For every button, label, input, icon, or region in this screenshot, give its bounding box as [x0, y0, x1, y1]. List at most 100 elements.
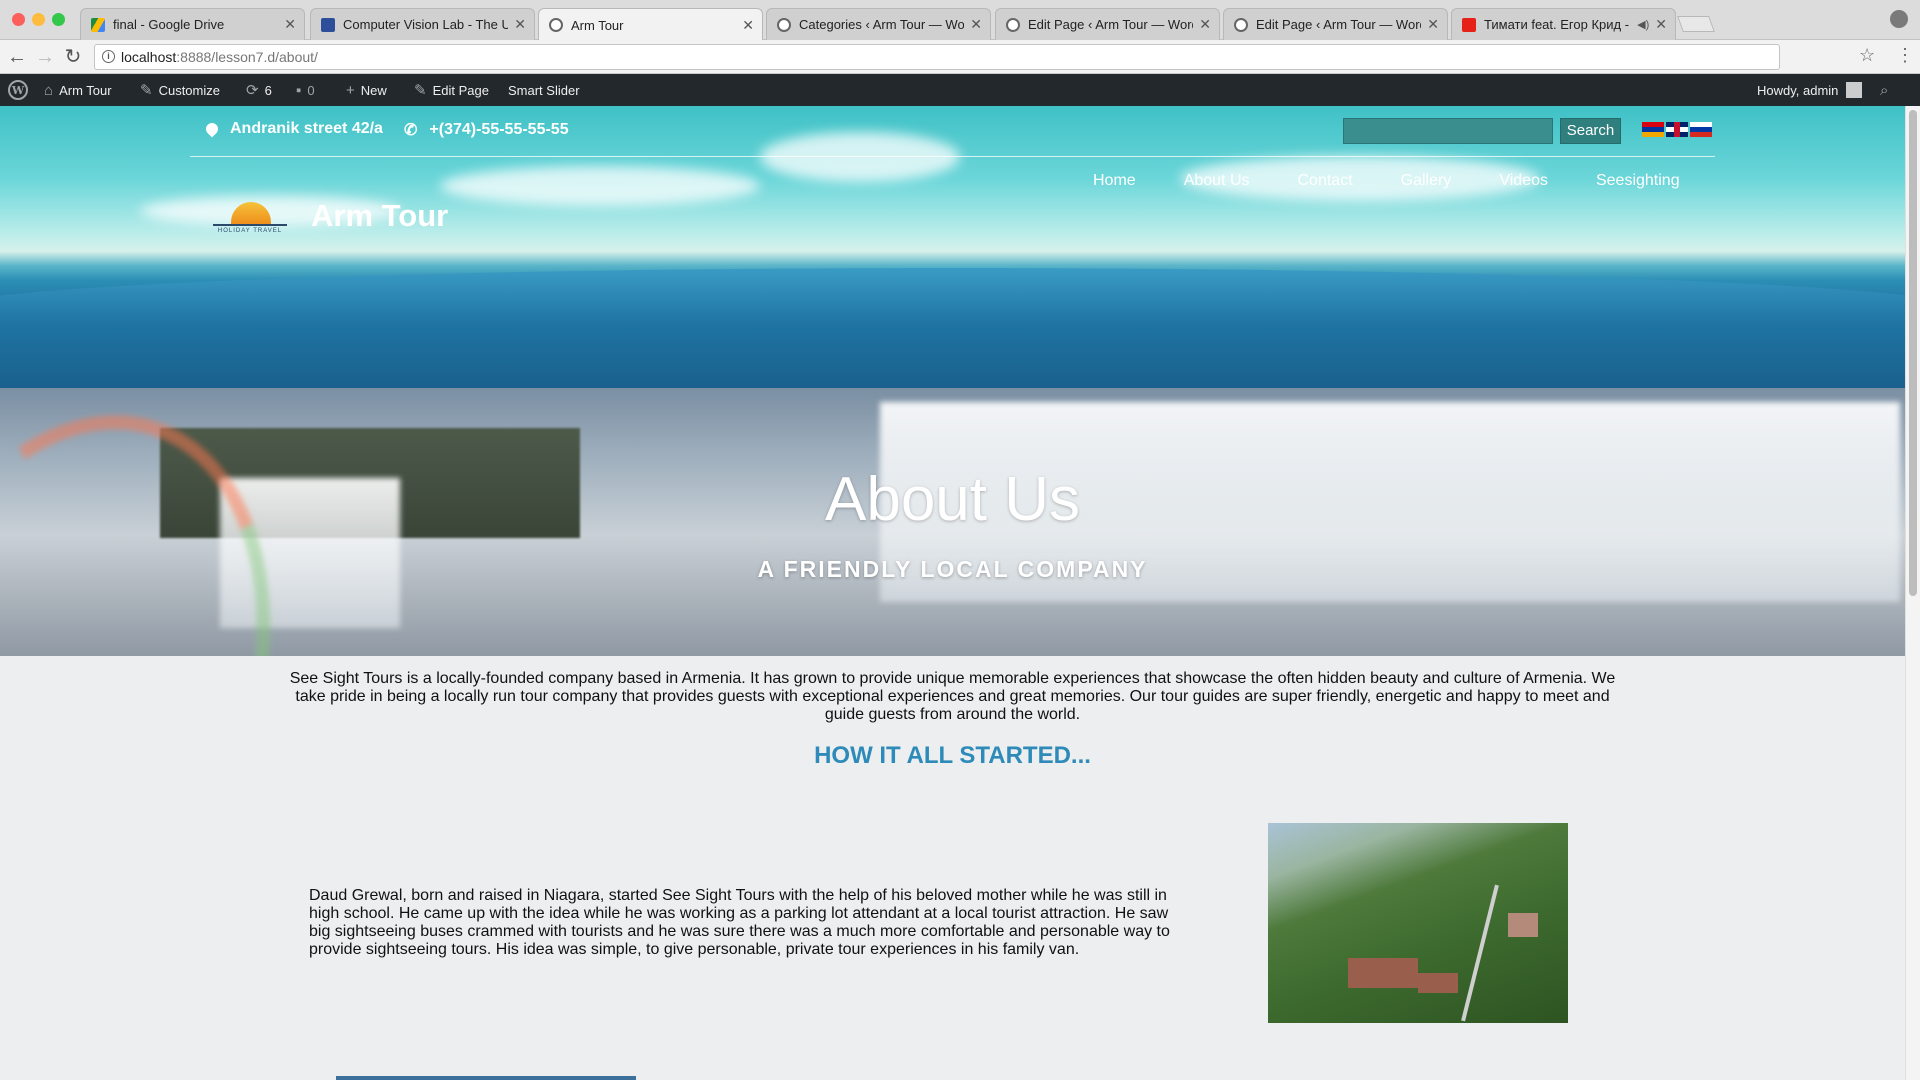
wordpress-icon	[1234, 17, 1248, 32]
wp-logo-menu[interactable]: W	[8, 74, 28, 106]
new-content-menu[interactable]: + New	[346, 74, 387, 106]
tab-title: Computer Vision Lab - The Un	[343, 17, 509, 32]
forward-icon[interactable]: →	[34, 46, 56, 68]
logo-text: HOLIDAY TRAVEL	[217, 228, 283, 234]
section-heading: HOW IT ALL STARTED...	[814, 742, 1091, 769]
flag-uk-icon[interactable]	[1666, 122, 1688, 137]
wordpress-icon	[549, 18, 563, 32]
speaker-icon[interactable]: ◀)	[1637, 18, 1649, 31]
edit-page-link[interactable]: ✎ Edit Page	[414, 74, 489, 106]
browser-tab-active[interactable]: Arm Tour ✕	[538, 8, 763, 41]
avatar	[1846, 82, 1863, 98]
comments-count: 0	[307, 82, 315, 98]
close-tab-icon[interactable]: ✕	[1427, 16, 1439, 33]
new-tab-button[interactable]	[1677, 16, 1715, 32]
search-button[interactable]: Search	[1560, 118, 1621, 144]
about-hero-banner: About Us A FRIENDLY LOCAL COMPANY	[0, 388, 1905, 656]
dashboard-icon: ⌂	[44, 81, 54, 99]
site-title[interactable]: Arm Tour	[311, 198, 448, 234]
scrollbar-thumb[interactable]	[1909, 110, 1917, 596]
building-shape	[1418, 973, 1458, 993]
ocean-background	[0, 268, 1920, 408]
logo-horizon-line	[213, 224, 287, 226]
flag-armenia-icon[interactable]	[1642, 122, 1664, 137]
minimize-window-button[interactable]	[32, 13, 45, 26]
comment-icon: ▪	[296, 81, 302, 99]
nav-about-us[interactable]: About Us	[1184, 172, 1250, 196]
location-pin-icon	[203, 120, 221, 138]
profile-icon[interactable]	[1890, 10, 1908, 28]
close-tab-icon[interactable]: ✕	[970, 16, 982, 33]
nav-seesighting[interactable]: Seesighting	[1596, 172, 1680, 196]
browser-tab-bar: final - Google Drive ✕ Computer Vision L…	[0, 0, 1920, 41]
smart-slider-link[interactable]: Smart Slider	[508, 74, 580, 106]
menu-icon[interactable]: ⋮	[1896, 45, 1914, 66]
back-icon[interactable]: ←	[6, 46, 28, 68]
flag-russia-icon[interactable]	[1690, 122, 1712, 137]
browser-tab[interactable]: Categories ‹ Arm Tour — Word ✕	[766, 8, 991, 40]
site-logo[interactable]: HOLIDAY TRAVEL	[207, 194, 293, 244]
wordpress-icon	[1006, 17, 1020, 32]
close-tab-icon[interactable]: ✕	[1655, 16, 1667, 33]
address-text: Andranik street 42/a	[230, 120, 383, 137]
nav-home[interactable]: Home	[1093, 172, 1136, 196]
address-info: Andranik street 42/a	[203, 120, 383, 138]
plus-icon: +	[346, 81, 355, 99]
youtube-icon	[1462, 17, 1476, 32]
wordpress-icon	[777, 17, 791, 32]
reload-icon[interactable]: ↻	[62, 46, 84, 68]
url-path: :8888/lesson7.d/about/	[176, 49, 318, 65]
phone-info: ✆ +(374)-55-55-55-55	[404, 120, 569, 140]
search-input[interactable]	[1343, 118, 1553, 144]
close-window-button[interactable]	[12, 13, 25, 26]
browser-toolbar: ← → ↻ i localhost:8888/lesson7.d/about/ …	[0, 40, 1920, 74]
bookmark-star-icon[interactable]: ☆	[1859, 45, 1875, 66]
close-tab-icon[interactable]: ✕	[742, 17, 754, 34]
page-subtitle: A FRIENDLY LOCAL COMPANY	[757, 556, 1148, 582]
browser-tab[interactable]: Edit Page ‹ Arm Tour — WordP ✕	[995, 8, 1220, 40]
site-name-menu[interactable]: ⌂ Arm Tour	[44, 74, 112, 106]
nav-contact[interactable]: Contact	[1298, 172, 1353, 196]
tab-title: Arm Tour	[571, 17, 624, 33]
comments-link[interactable]: ▪ 0	[296, 74, 315, 106]
tab-title: Тимати feat. Егор Крид - Г	[1484, 17, 1632, 32]
info-icon[interactable]: i	[102, 50, 115, 63]
header-top-info: Andranik street 42/a ✆ +(374)-55-55-55-5…	[190, 106, 1715, 157]
close-tab-icon[interactable]: ✕	[514, 16, 526, 33]
tab-title: final - Google Drive	[113, 17, 225, 32]
nav-videos[interactable]: Videos	[1499, 172, 1548, 196]
close-tab-icon[interactable]: ✕	[284, 16, 296, 33]
building-shape	[1348, 958, 1418, 988]
site-name-label: Arm Tour	[59, 82, 112, 98]
browser-tab[interactable]: Computer Vision Lab - The Un ✕	[310, 8, 535, 40]
browser-tab[interactable]: Тимати feat. Егор Крид - Г ◀) ✕	[1451, 8, 1676, 40]
next-image-edge	[336, 1076, 636, 1080]
address-bar[interactable]: i localhost:8888/lesson7.d/about/	[94, 44, 1780, 70]
customize-link[interactable]: ✎ Customize	[140, 74, 220, 106]
url-host: localhost	[121, 49, 177, 65]
howdy-label: Howdy, admin	[1757, 82, 1839, 98]
tab-title: Categories ‹ Arm Tour — Word	[799, 17, 965, 32]
close-tab-icon[interactable]: ✕	[1199, 16, 1211, 33]
admin-search-button[interactable]: ⌕	[1880, 74, 1894, 106]
phone-icon: ✆	[404, 122, 418, 139]
building-shape	[1508, 913, 1538, 937]
facebook-icon	[321, 17, 335, 32]
cloud-decoration	[440, 166, 760, 206]
updates-count: 6	[264, 82, 272, 98]
pencil-icon: ✎	[414, 82, 427, 99]
updates-link[interactable]: ⟳ 6	[246, 74, 272, 106]
edit-page-label: Edit Page	[432, 82, 489, 98]
nav-gallery[interactable]: Gallery	[1401, 172, 1452, 196]
search-icon: ⌕	[1880, 81, 1889, 99]
new-label: New	[360, 82, 387, 98]
browser-tab[interactable]: Edit Page ‹ Arm Tour — WordP ✕	[1223, 8, 1448, 40]
browser-tab[interactable]: final - Google Drive ✕	[80, 8, 305, 40]
customize-label: Customize	[158, 82, 220, 98]
zoom-window-button[interactable]	[52, 13, 65, 26]
page-title: About Us	[824, 465, 1081, 534]
main-navigation: Home About Us Contact Gallery Videos See…	[1093, 172, 1680, 196]
tab-title: Edit Page ‹ Arm Tour — WordP	[1256, 17, 1422, 32]
wordpress-icon: W	[8, 80, 28, 100]
account-menu[interactable]: Howdy, admin	[1757, 74, 1863, 106]
